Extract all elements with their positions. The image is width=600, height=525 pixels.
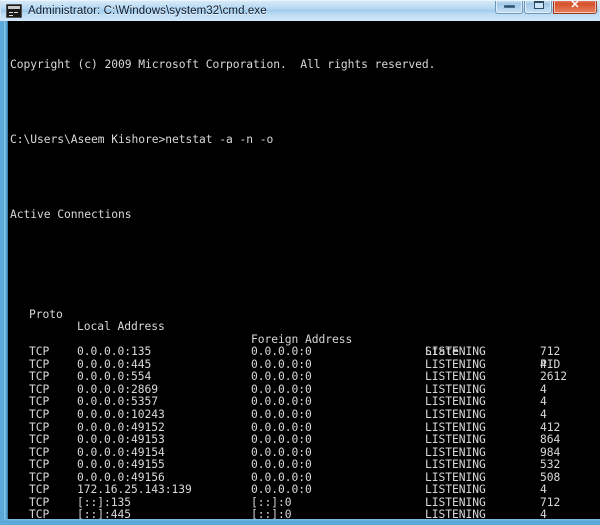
cell-local-address: 0.0.0.0:10243: [77, 407, 165, 421]
cell-state: LISTENING: [425, 407, 486, 421]
cell-foreign-address: 0.0.0.0:0: [251, 483, 312, 497]
cell-local-address: 172.16.25.143:139: [77, 483, 192, 497]
blank-line-2: [8, 171, 600, 184]
close-icon: ✕: [570, 0, 580, 11]
cell-proto: TCP: [29, 458, 50, 472]
console-text-output[interactable]: Copyright (c) 2009 Microsoft Corporation…: [8, 21, 600, 522]
cell-state: LISTENING: [425, 433, 486, 447]
table-row: TCP 172.16.25.143:139 0.0.0.0:0 LISTENING 4: [8, 484, 600, 497]
cell-proto: TCP: [29, 508, 50, 522]
table-row: TCP 0.0.0.0:49153 0.0.0.0:0 LISTENING 864: [8, 433, 600, 447]
cell-pid: 532: [540, 458, 561, 472]
maximize-button[interactable]: [524, 1, 552, 14]
close-button[interactable]: ✕: [553, 0, 597, 14]
maximize-icon: [534, 1, 544, 9]
cell-state: LISTENING: [425, 521, 486, 522]
table-row: TCP 0.0.0.0:49155 0.0.0.0:0 LISTENING 532: [8, 459, 600, 472]
prompt-line: C:\Users\Aseem Kishore>netstat -a -n -o: [10, 132, 274, 146]
cell-pid: 4: [540, 508, 547, 522]
cell-proto: TCP: [29, 483, 50, 497]
cell-foreign-address: [::]:0: [251, 521, 292, 522]
cell-state: LISTENING: [425, 508, 486, 522]
window-titlebar[interactable]: Administrator: C:\Windows\system32\cmd.e…: [0, 0, 600, 21]
table-row: TCP [::]:445[::]:0 LISTENING 4: [8, 509, 600, 522]
cell-state: LISTENING: [425, 458, 486, 472]
cell-foreign-address: 0.0.0.0:0: [251, 458, 312, 472]
minimize-button[interactable]: [495, 1, 523, 14]
cell-pid: 4: [540, 483, 547, 497]
cell-local-address: 0.0.0.0:49153: [77, 433, 165, 447]
console-icon: [6, 4, 22, 18]
copyright-line: Copyright (c) 2009 Microsoft Corporation…: [10, 57, 436, 71]
column-header-local: Local Address: [77, 320, 165, 334]
cell-proto: TCP: [29, 521, 49, 522]
cell-foreign-address: 0.0.0.0:0: [251, 407, 312, 421]
cell-local-address: [::]:445: [77, 508, 132, 522]
blank-line-3: [8, 246, 600, 259]
cell-proto: TCP: [29, 433, 50, 447]
connection-rows: TCP 0.0.0.0:135 0.0.0.0:0 LISTENING 712 TCP 0.…: [8, 346, 600, 522]
table-row: TCP [::]:554 [::]:0 LISTENING 2612: [8, 521, 600, 522]
minimize-icon: [504, 5, 515, 8]
cell-pid: 2612: [540, 521, 567, 522]
window-controls: ✕: [495, 0, 597, 14]
cell-local-address: [::]:554: [77, 521, 131, 522]
column-header-proto: Proto: [29, 307, 63, 321]
cell-proto: TCP: [29, 407, 50, 421]
cell-pid: 864: [540, 433, 561, 447]
cell-local-address: 0.0.0.0:49155: [77, 458, 165, 472]
cell-foreign-address: [::]:0: [251, 508, 292, 522]
active-connections-heading: Active Connections: [10, 207, 132, 221]
cell-state: LISTENING: [425, 483, 486, 497]
table-header-row: Proto Local Address Foreign Address Stat…: [8, 296, 600, 370]
cmd-window: Administrator: C:\Windows\system32\cmd.e…: [0, 0, 600, 525]
console-client-area[interactable]: Copyright (c) 2009 Microsoft Corporation…: [0, 21, 600, 525]
table-row: TCP 0.0.0.0:10243 0.0.0.0:0 LISTENING 4: [8, 407, 600, 422]
cell-pid: 4: [540, 407, 547, 421]
cell-foreign-address: 0.0.0.0:0: [251, 433, 312, 447]
blank-line-1: [8, 96, 600, 109]
window-title: Administrator: C:\Windows\system32\cmd.e…: [28, 5, 267, 17]
